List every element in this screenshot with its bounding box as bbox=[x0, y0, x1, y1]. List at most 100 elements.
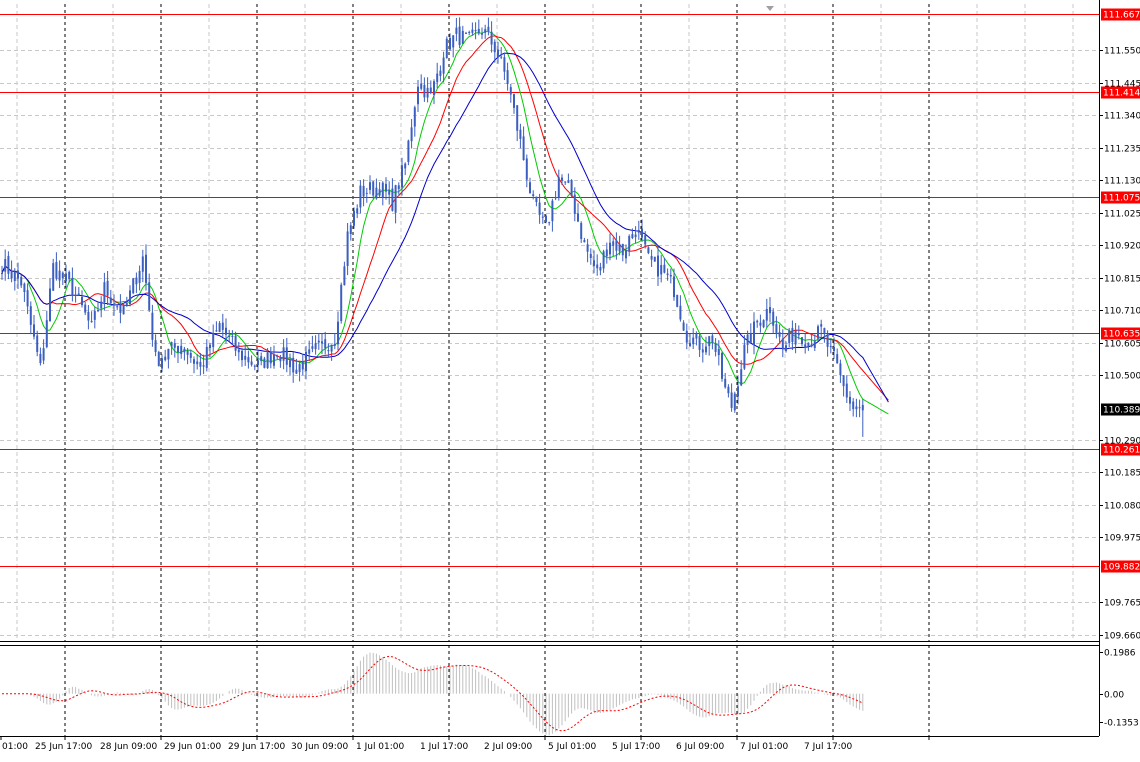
candle[interactable] bbox=[445, 36, 448, 59]
candle-body bbox=[10, 271, 13, 279]
candle-body bbox=[42, 348, 45, 361]
x-tick-label: 5 Jul 17:00 bbox=[612, 742, 661, 752]
candle-body bbox=[605, 249, 608, 257]
candle-body bbox=[490, 31, 493, 45]
candle-body bbox=[509, 87, 512, 95]
candle-body bbox=[820, 324, 823, 327]
candle-body bbox=[84, 304, 87, 313]
candle-body bbox=[724, 378, 727, 388]
candle-body bbox=[173, 343, 176, 348]
candle[interactable] bbox=[570, 179, 573, 198]
candle-body bbox=[359, 185, 362, 208]
candle-body bbox=[228, 336, 231, 338]
candle-body bbox=[778, 332, 781, 337]
candle-body bbox=[785, 345, 787, 352]
candle-body bbox=[855, 406, 858, 410]
candle-body bbox=[525, 158, 528, 180]
candle-body bbox=[727, 386, 730, 394]
candle-body bbox=[775, 324, 778, 333]
candle-body bbox=[65, 273, 67, 282]
candle-body bbox=[753, 321, 755, 346]
y-tick-label: 110.815 bbox=[1104, 275, 1140, 285]
candle[interactable] bbox=[263, 356, 266, 369]
candle-body bbox=[417, 86, 419, 105]
x-tick-label: 01:00 bbox=[2, 742, 28, 752]
candle-body bbox=[503, 57, 506, 72]
chart-root[interactable]: 111.550 111.445 111.340 111.235 111.130 111.0… bbox=[0, 0, 1140, 758]
candle-body bbox=[426, 87, 429, 98]
candle-body bbox=[615, 240, 618, 251]
candle-body bbox=[193, 359, 195, 364]
candle-body bbox=[682, 322, 685, 331]
x-tick-label: 5 Jul 01:00 bbox=[548, 742, 597, 752]
candle-body bbox=[90, 321, 93, 323]
candle-body bbox=[759, 322, 762, 326]
x-tick-label: 1 Jul 01:00 bbox=[356, 742, 405, 752]
candle-body bbox=[660, 265, 663, 275]
candle-body bbox=[253, 365, 256, 367]
y-tick-label: 109.660 bbox=[1104, 632, 1140, 642]
candle-body bbox=[631, 234, 634, 238]
candle-body bbox=[141, 256, 144, 272]
candle-body bbox=[669, 274, 672, 277]
candle[interactable] bbox=[653, 256, 656, 262]
candle-body bbox=[487, 26, 490, 31]
candle[interactable] bbox=[721, 352, 723, 382]
y-tick-label: 110.605 bbox=[1104, 340, 1140, 350]
candle-body bbox=[429, 87, 432, 94]
candle[interactable] bbox=[52, 258, 55, 292]
candle-body bbox=[26, 290, 29, 307]
candle-body bbox=[20, 276, 23, 286]
candle-body bbox=[663, 264, 666, 273]
candle-body bbox=[180, 345, 183, 355]
candle-body bbox=[292, 357, 295, 373]
candle[interactable] bbox=[733, 391, 736, 413]
level-tag-text: 110.635 bbox=[1103, 330, 1140, 340]
price-chart[interactable]: 111.550111.445111.340111.235111.130111.0… bbox=[0, 0, 1140, 758]
x-tick-label: 30 Jun 09:00 bbox=[291, 742, 348, 752]
level-price-tag: 111.075 bbox=[1101, 191, 1140, 204]
candle-body bbox=[33, 324, 35, 337]
candle-body bbox=[583, 240, 586, 243]
candle-body bbox=[436, 73, 439, 83]
candle[interactable] bbox=[647, 246, 650, 255]
candle-body bbox=[481, 33, 483, 35]
candle[interactable] bbox=[407, 139, 410, 166]
candle-body bbox=[199, 361, 202, 367]
candle-body bbox=[842, 375, 845, 387]
candle-body bbox=[522, 136, 525, 161]
candle-body bbox=[177, 345, 179, 353]
candle-body bbox=[378, 189, 381, 196]
candle-body bbox=[455, 27, 458, 34]
candle-body bbox=[465, 32, 467, 34]
candle-body bbox=[743, 344, 746, 369]
candle-body bbox=[330, 344, 333, 352]
candle-body bbox=[161, 358, 163, 369]
candle-body bbox=[570, 180, 573, 197]
y-tick-label: 110.080 bbox=[1104, 502, 1140, 512]
candle-body bbox=[609, 242, 611, 255]
level-tag-text: 109.882 bbox=[1103, 563, 1140, 573]
candle[interactable] bbox=[676, 294, 679, 308]
candle-body bbox=[708, 336, 711, 346]
candle-body bbox=[653, 256, 656, 262]
candle-body bbox=[781, 338, 784, 350]
candle-body bbox=[746, 334, 749, 345]
candle-body bbox=[148, 282, 151, 311]
candle-body bbox=[317, 340, 320, 343]
candle[interactable] bbox=[157, 350, 160, 367]
candle[interactable] bbox=[132, 277, 135, 295]
level-price-tag: 111.414 bbox=[1101, 86, 1140, 99]
candle-body bbox=[202, 365, 205, 367]
candle-body bbox=[413, 107, 416, 127]
candle-body bbox=[4, 259, 7, 272]
candle-body bbox=[401, 165, 403, 188]
candle-body bbox=[845, 383, 848, 398]
candle-body bbox=[557, 177, 560, 198]
y-tick-label: 111.235 bbox=[1104, 145, 1140, 155]
candle-body bbox=[257, 360, 259, 365]
candle[interactable] bbox=[340, 282, 343, 324]
candle[interactable] bbox=[762, 319, 765, 329]
candle-body bbox=[698, 336, 701, 350]
x-tick-label: 2 Jul 09:00 bbox=[484, 742, 533, 752]
